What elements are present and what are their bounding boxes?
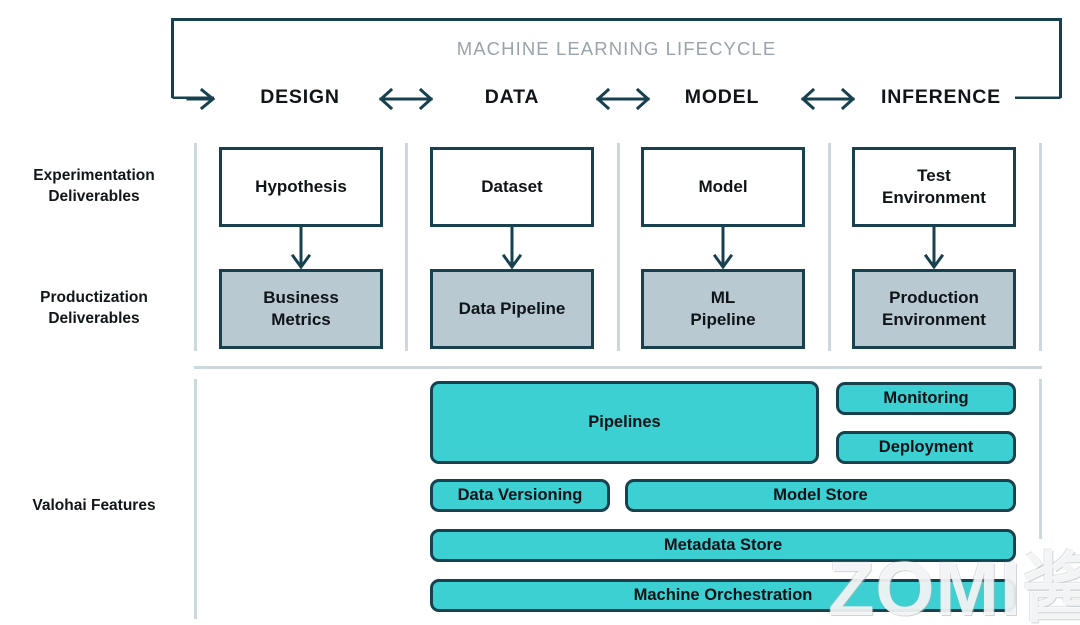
row-label-productization-line2: Deliverables [48, 309, 140, 327]
feature-pill-label: Deployment [878, 438, 974, 456]
feature-pill-label: Metadata Store [663, 536, 783, 554]
stage-label-inference: INFERENCE [881, 86, 1001, 108]
deliverable-box-data-pipeline[interactable]: Data Pipeline [430, 269, 594, 349]
deliverable-label: ML Pipeline [690, 288, 756, 329]
deliverable-label: Data Pipeline [458, 299, 566, 319]
deliverable-box-test-environment[interactable]: Test Environment [852, 147, 1016, 227]
stage-label-model: MODEL [684, 86, 760, 108]
feature-pill-deployment[interactable]: Deployment [836, 431, 1016, 464]
deliverable-label: Dataset [481, 177, 543, 197]
features-separator-left [194, 379, 197, 619]
arrow-down-icon [501, 227, 523, 270]
deliverable-box-production-environment[interactable]: Production Environment [852, 269, 1016, 349]
feature-pill-label: Data Versioning [457, 486, 583, 504]
feature-pill-data-versioning[interactable]: Data Versioning [430, 479, 610, 512]
row-label-productization: Productization Deliverables [0, 288, 188, 329]
deliverable-label: Test Environment [882, 166, 986, 207]
arrow-down-icon [290, 227, 312, 270]
feature-pill-label: Monitoring [883, 389, 969, 407]
row-label-valohai-line1: Valohai Features [32, 497, 156, 514]
features-separator-right [1039, 379, 1042, 539]
feature-pill-pipelines[interactable]: Pipelines [430, 381, 819, 464]
arrow-down-icon [712, 227, 734, 270]
deliverable-box-hypothesis[interactable]: Hypothesis [219, 147, 383, 227]
feature-pill-machine-orchestration[interactable]: Machine Orchestration [430, 579, 1016, 612]
column-separator-2 [617, 143, 620, 351]
arrow-right-icon [186, 87, 216, 111]
row-label-experimentation-line2: Deliverables [48, 187, 140, 205]
double-arrow-icon [378, 87, 434, 111]
row-label-productization-line1: Productization [40, 289, 148, 306]
arrow-down-icon [923, 227, 945, 270]
stage-label-design: DESIGN [260, 86, 340, 108]
feature-pill-label: Pipelines [588, 413, 661, 431]
column-separator-1 [405, 143, 408, 351]
deliverable-box-business-metrics[interactable]: Business Metrics [219, 269, 383, 349]
column-separator-right [1039, 143, 1042, 351]
section-divider [194, 366, 1042, 369]
row-label-experimentation-line1: Experimentation [33, 167, 155, 184]
feature-pill-model-store[interactable]: Model Store [625, 479, 1016, 512]
stage-label-data: DATA [484, 86, 540, 108]
deliverable-box-ml-pipeline[interactable]: ML Pipeline [641, 269, 805, 349]
deliverable-label: Business Metrics [263, 288, 339, 329]
deliverable-label: Production Environment [882, 288, 986, 329]
deliverable-label: Hypothesis [255, 177, 347, 197]
double-arrow-icon [595, 87, 651, 111]
feature-pill-label: Machine Orchestration [633, 586, 813, 604]
deliverable-box-model[interactable]: Model [641, 147, 805, 227]
feature-pill-label: Model Store [773, 486, 868, 504]
deliverable-label: Model [698, 177, 748, 197]
column-separator-3 [828, 143, 831, 351]
feature-pill-metadata-store[interactable]: Metadata Store [430, 529, 1016, 562]
ml-lifecycle-diagram: MACHINE LEARNING LIFECYCLE DESIGN DATA M… [0, 0, 1080, 625]
column-separator-left-top [194, 143, 197, 351]
double-arrow-icon [800, 87, 856, 111]
deliverable-box-dataset[interactable]: Dataset [430, 147, 594, 227]
row-label-experimentation: Experimentation Deliverables [0, 166, 188, 207]
lifecycle-title: MACHINE LEARNING LIFECYCLE [456, 38, 777, 59]
row-label-valohai-features: Valohai Features [0, 496, 188, 517]
feature-pill-monitoring[interactable]: Monitoring [836, 382, 1016, 415]
